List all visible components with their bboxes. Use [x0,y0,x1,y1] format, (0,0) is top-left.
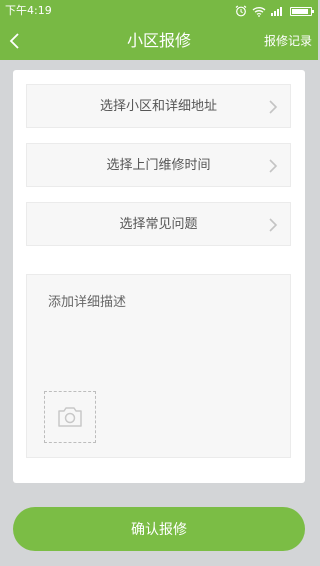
signal-icon [271,7,282,16]
alarm-icon [235,5,247,17]
repair-form-card: 选择小区和详细地址 选择上门维修时间 选择常见问题 添加详细描述 [13,70,305,483]
camera-icon [58,407,82,427]
chevron-right-icon [269,218,278,232]
status-bar: 下午4:19 [0,0,318,22]
confirm-repair-button[interactable]: 确认报修 [13,507,305,551]
select-common-issue-row[interactable]: 选择常见问题 [26,202,291,246]
add-photo-button[interactable] [44,391,96,443]
chevron-right-icon [269,159,278,173]
battery-level [292,8,309,14]
status-time: 下午4:19 [5,4,52,17]
select-visit-time-row[interactable]: 选择上门维修时间 [26,143,291,187]
nav-bar: 小区报修 报修记录 [0,22,318,60]
select-visit-time-label: 选择上门维修时间 [106,158,211,173]
description-input[interactable]: 添加详细描述 [26,274,291,458]
repair-records-link[interactable]: 报修记录 [264,33,312,49]
select-community-address-label: 选择小区和详细地址 [99,99,217,114]
description-placeholder: 添加详细描述 [48,295,127,310]
chevron-right-icon [269,100,278,114]
select-community-address-row[interactable]: 选择小区和详细地址 [26,84,291,128]
wifi-icon [252,6,266,17]
battery-icon [290,6,314,16]
status-icons [235,4,314,18]
select-common-issue-label: 选择常见问题 [119,217,198,232]
